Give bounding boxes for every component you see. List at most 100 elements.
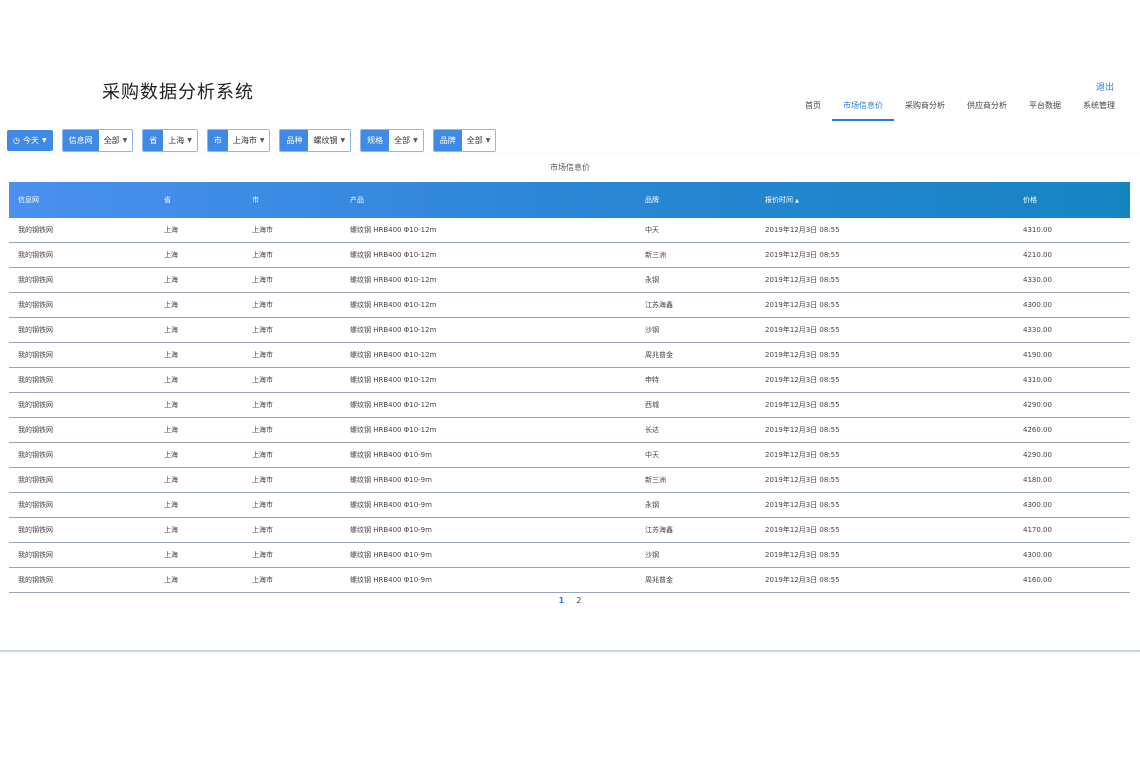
table-cell: 2019年12月3日 08:55	[765, 576, 840, 584]
filter-value-text: 螺纹钢	[313, 136, 338, 145]
table-cell: 上海	[164, 276, 178, 284]
column-header[interactable]: 报价时间 ▲	[763, 195, 1021, 205]
filter-value-text: 全部	[466, 136, 483, 145]
table-cell: 上海市	[252, 551, 273, 559]
table-cell: 沙钢	[645, 551, 659, 559]
table-cell: 螺纹钢 HRB400 Φ10-12m	[350, 301, 437, 309]
table-cell: 我的钢铁网	[18, 451, 53, 459]
table-cell: 我的钢铁网	[18, 551, 53, 559]
filter-label: 规格	[361, 130, 390, 151]
table-cell: 中天	[645, 451, 659, 459]
table-cell: 上海	[164, 476, 178, 484]
table-cell: 我的钢铁网	[18, 351, 53, 359]
table-cell: 我的钢铁网	[18, 301, 53, 309]
filter-value[interactable]: 螺纹钢 ▼	[308, 130, 351, 151]
chevron-down-icon: ▼	[259, 137, 265, 144]
nav-item[interactable]: 供应商分析	[956, 96, 1018, 121]
filter-value[interactable]: 全部 ▼	[98, 130, 133, 151]
filter-dropdown[interactable]: 品牌 全部 ▼	[432, 129, 497, 152]
filter-value-text: 全部	[394, 136, 411, 145]
nav-item[interactable]: 首页	[794, 96, 832, 121]
table-cell: 4260.00	[1023, 426, 1052, 434]
column-header-label: 报价时间	[765, 196, 793, 204]
filter-label: 信息网	[62, 130, 99, 151]
page-link[interactable]: 1	[553, 596, 571, 605]
table-cell: 2019年12月3日 08:55	[765, 526, 840, 534]
table-row: 我的钢铁网 上海 上海市 螺纹钢 HRB400 Φ10-9m 新三洲 2019年12月3日…	[9, 468, 1130, 493]
table-cell: 上海市	[252, 376, 273, 384]
table-row: 我的钢铁网 上海 上海市 螺纹钢 HRB400 Φ10-12m 西城 2019年12月3日…	[9, 393, 1130, 418]
table-cell: 上海市	[252, 501, 273, 509]
column-header-label: 省	[164, 196, 171, 204]
table-cell: 螺纹钢 HRB400 Φ10-9m	[350, 451, 432, 459]
table-cell: 江苏海鑫	[645, 526, 673, 534]
table-cell: 2019年12月3日 08:55	[765, 401, 840, 409]
table-row: 我的钢铁网 上海 上海市 螺纹钢 HRB400 Φ10-12m 长达 2019年12月3日…	[9, 418, 1130, 443]
filter-dropdown[interactable]: 省上海 ▼	[142, 129, 198, 152]
page-link[interactable]: 2	[570, 596, 587, 605]
table-cell: 螺纹钢 HRB400 Φ10-9m	[350, 526, 432, 534]
table-cell: 上海	[164, 301, 178, 309]
table-cell: 螺纹钢 HRB400 Φ10-9m	[350, 476, 432, 484]
table-cell: 螺纹钢 HRB400 Φ10-9m	[350, 501, 432, 509]
table-cell: 中天	[645, 226, 659, 234]
nav-item[interactable]: 平台数据	[1018, 96, 1072, 121]
table-cell: 周兆普金	[645, 576, 673, 584]
table-cell: 2019年12月3日 08:55	[765, 376, 840, 384]
nav-item[interactable]: 市场信息价	[832, 96, 894, 121]
table-cell: 螺纹钢 HRB400 Φ10-12m	[350, 226, 437, 234]
filter-dropdown[interactable]: 信息网 全部 ▼	[61, 129, 134, 152]
table-cell: 我的钢铁网	[18, 401, 53, 409]
filter-label: 市	[207, 130, 228, 151]
filter-dropdown[interactable]: 品种 螺纹钢 ▼	[279, 129, 352, 152]
filter-value[interactable]: 上海市 ▼	[227, 130, 270, 151]
date-filter-label: 今天	[22, 136, 39, 145]
table-cell: 2019年12月3日 08:55	[765, 301, 840, 309]
table-row: 我的钢铁网 上海 上海市 螺纹钢 HRB400 Φ10-12m 中天 2019年12月3日…	[9, 218, 1130, 243]
filter-dropdown[interactable]: 规格 全部 ▼	[360, 129, 424, 152]
table-cell: 上海市	[252, 526, 273, 534]
table-cell: 上海市	[252, 451, 273, 459]
logout-link[interactable]: 退出	[1096, 80, 1114, 93]
table-cell: 上海	[164, 351, 178, 359]
table-cell: 4190.00	[1023, 351, 1052, 359]
table-row: 我的钢铁网 上海 上海市 螺纹钢 HRB400 Φ10-12m 江苏海鑫 2019年12月…	[9, 293, 1130, 318]
table-row: 我的钢铁网 上海 上海市 螺纹钢 HRB400 Φ10-9m 中天 2019年12月3日 …	[9, 443, 1130, 468]
chevron-down-icon: ▼	[122, 137, 128, 144]
column-header: 价格	[1021, 195, 1130, 205]
table-cell: 上海市	[252, 251, 273, 259]
table-cell: 上海市	[252, 426, 273, 434]
table-cell: 4310.00	[1023, 226, 1052, 234]
nav-item[interactable]: 采购商分析	[894, 96, 956, 121]
chevron-down-icon: ▼	[187, 137, 192, 144]
table-cell: 4290.00	[1023, 401, 1052, 409]
table-row: 我的钢铁网 上海 上海市 螺纹钢 HRB400 Φ10-12m 新三洲 2019年12月3…	[9, 243, 1130, 268]
table-cell: 螺纹钢 HRB400 Φ10-12m	[350, 376, 437, 384]
table-cell: 新三洲	[645, 251, 666, 259]
column-header-label: 市	[252, 196, 259, 204]
app-title: 采购数据分析系统	[102, 82, 254, 103]
table-cell: 2019年12月3日 08:55	[765, 426, 840, 434]
filter-value[interactable]: 全部 ▼	[461, 130, 496, 151]
table-cell: 4310.00	[1023, 376, 1052, 384]
table-cell: 4210.00	[1023, 251, 1052, 259]
table-cell: 上海	[164, 326, 178, 334]
date-filter-button[interactable]: ◷ 今天 ▼	[7, 130, 53, 151]
table-cell: 2019年12月3日 08:55	[765, 226, 840, 234]
table-row: 我的钢铁网 上海 上海市 螺纹钢 HRB400 Φ10-12m 永钢 2019年12月3日…	[9, 268, 1130, 293]
filter-value[interactable]: 上海 ▼	[163, 130, 197, 151]
filter-dropdown[interactable]: 市上海市 ▼	[206, 129, 271, 152]
table-row: 我的钢铁网 上海 上海市 螺纹钢 HRB400 Φ10-12m 周兆普金 2019年12月…	[9, 343, 1130, 368]
column-header-label: 产品	[350, 196, 364, 204]
table-cell: 上海	[164, 451, 178, 459]
column-header-label: 品牌	[645, 196, 659, 204]
nav-item[interactable]: 系统管理	[1072, 96, 1126, 121]
top-nav: 首页 市场信息价 采购商分析 供应商分析 平台数据 系统管理	[794, 96, 1126, 121]
chevron-down-icon: ▼	[413, 137, 418, 144]
table-row: 我的钢铁网 上海 上海市 螺纹钢 HRB400 Φ10-9m 永钢 2019年12月3日 …	[9, 493, 1130, 518]
table-cell: 我的钢铁网	[18, 276, 53, 284]
table-cell: 周兆普金	[645, 351, 673, 359]
table-cell: 螺纹钢 HRB400 Φ10-9m	[350, 551, 432, 559]
filter-value[interactable]: 全部 ▼	[389, 130, 423, 151]
table-cell: 我的钢铁网	[18, 476, 53, 484]
